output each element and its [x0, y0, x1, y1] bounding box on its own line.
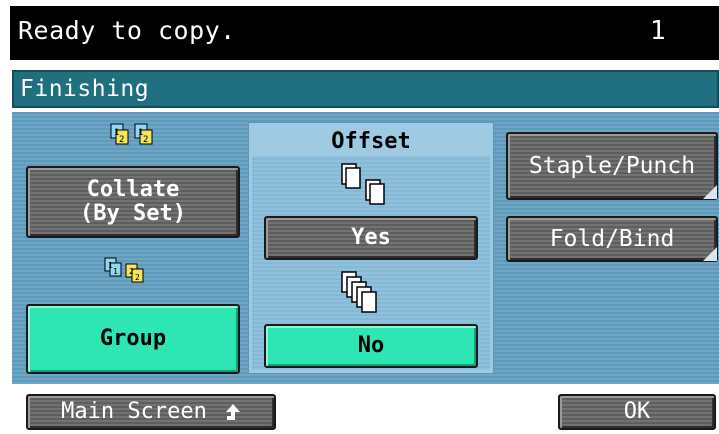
screen-title: Finishing [20, 76, 150, 102]
main-screen-label: Main Screen [61, 399, 207, 424]
svg-text:2: 2 [135, 273, 140, 282]
collate-button[interactable]: Collate (By Set) [26, 166, 240, 238]
staple-punch-label: Staple/Punch [528, 153, 696, 179]
collate-label-line1: Collate [86, 177, 180, 202]
submenu-corner-icon [703, 247, 717, 261]
svg-text:2: 2 [129, 267, 134, 276]
status-message: Ready to copy. [18, 16, 236, 45]
fold-bind-button[interactable]: Fold/Bind [506, 216, 718, 262]
svg-text:1: 1 [113, 267, 118, 276]
offset-yes-icon [341, 163, 385, 205]
group-label: Group [99, 326, 167, 351]
offset-yes-label: Yes [351, 225, 391, 250]
fold-bind-label: Fold/Bind [549, 226, 675, 252]
svg-text:2: 2 [143, 135, 148, 145]
offset-no-icon [341, 271, 377, 313]
svg-text:2: 2 [119, 135, 124, 145]
offset-no-button[interactable]: No [264, 324, 478, 368]
collate-icon: 1 2 1 2 [110, 123, 153, 145]
offset-yes-button[interactable]: Yes [264, 216, 478, 260]
offset-label: Offset [331, 129, 411, 154]
group-icon: 1 1 2 2 [104, 257, 144, 283]
group-button[interactable]: Group [26, 304, 240, 374]
ok-label: OK [623, 399, 651, 424]
ok-button[interactable]: OK [558, 394, 716, 430]
staple-punch-button[interactable]: Staple/Punch [506, 132, 718, 200]
return-arrow-icon [225, 404, 240, 420]
copy-count: 1 [650, 16, 666, 46]
offset-no-label: No [357, 333, 385, 358]
collate-label-line2: (By Set) [80, 201, 186, 226]
main-screen-button[interactable]: Main Screen [26, 394, 276, 430]
submenu-corner-icon [703, 185, 717, 199]
